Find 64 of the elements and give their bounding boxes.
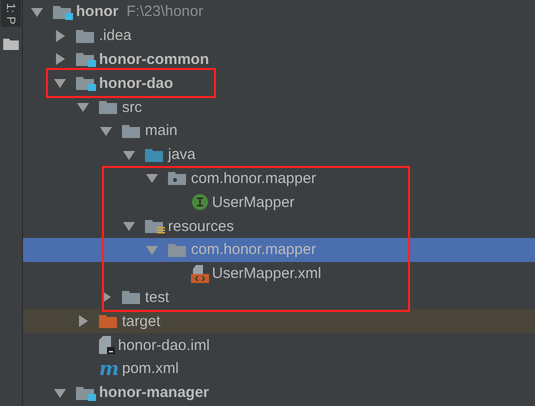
interface-icon bbox=[191, 193, 209, 212]
tree-item-label: UserMapper bbox=[212, 194, 295, 211]
tree-item-label: com.honor.mapper bbox=[191, 241, 316, 258]
file-icon bbox=[99, 336, 115, 354]
package-icon bbox=[168, 170, 188, 186]
folder-icon bbox=[99, 313, 119, 330]
expand-arrow-icon[interactable] bbox=[146, 172, 158, 184]
tree-row[interactable]: honor-manager bbox=[23, 380, 535, 405]
collapse-arrow-icon[interactable] bbox=[54, 30, 66, 42]
tree-item-label: honor-common bbox=[99, 50, 209, 68]
tree-row[interactable]: target bbox=[23, 309, 535, 334]
tree-item-label: .idea bbox=[99, 27, 132, 44]
resource-folder-icon bbox=[145, 218, 165, 234]
tree-row[interactable]: honor-dao.iml bbox=[23, 333, 535, 357]
tree-row[interactable]: honor F:\23\honor bbox=[23, 0, 535, 24]
tree-item-label: main bbox=[145, 122, 178, 140]
tree-row[interactable]: m pom.xml bbox=[23, 356, 535, 381]
tree-row[interactable]: .idea bbox=[23, 24, 535, 48]
tree-row[interactable]: UserMapper.xml bbox=[23, 262, 535, 286]
tree-row[interactable]: honor-common bbox=[23, 48, 535, 72]
tree-item-label: test bbox=[145, 288, 170, 306]
tree-item-label: honor-manager bbox=[99, 384, 210, 402]
tree-item-label: honor bbox=[76, 3, 118, 20]
expand-arrow-icon[interactable] bbox=[54, 77, 66, 90]
tree-item-label: pom.xml bbox=[122, 360, 179, 378]
module-folder-icon bbox=[76, 75, 96, 92]
module-folder-icon bbox=[76, 51, 96, 68]
tree-item-label: target bbox=[122, 312, 160, 330]
folder-icon bbox=[122, 122, 142, 139]
module-folder-icon bbox=[76, 384, 96, 401]
tree-item-label: honor-dao bbox=[99, 74, 174, 92]
tree-item-label: resources bbox=[168, 218, 234, 235]
tree-row[interactable]: resources bbox=[23, 214, 535, 238]
expand-arrow-icon[interactable] bbox=[31, 6, 43, 18]
expand-arrow-icon[interactable] bbox=[77, 101, 89, 114]
module-path: F:\23\honor bbox=[126, 3, 204, 20]
expand-arrow-icon[interactable] bbox=[123, 148, 135, 161]
xml-file-icon bbox=[191, 264, 209, 283]
folder-icon bbox=[99, 99, 119, 116]
tree-row[interactable]: src bbox=[23, 95, 535, 119]
expand-arrow-icon[interactable] bbox=[54, 386, 66, 399]
tree-item-label: com.honor.mapper bbox=[191, 170, 316, 187]
project-tool-tab[interactable]: 1: P bbox=[1, 0, 21, 28]
collapse-arrow-icon[interactable] bbox=[77, 315, 89, 328]
tree-row[interactable]: test bbox=[23, 286, 535, 310]
tree-item-label: java bbox=[168, 146, 196, 164]
expand-arrow-icon[interactable] bbox=[100, 124, 112, 137]
folder-icon bbox=[168, 242, 188, 258]
tree-row[interactable]: main bbox=[23, 118, 535, 143]
folder-icon bbox=[145, 146, 165, 163]
tree-row[interactable]: UserMapper bbox=[23, 190, 535, 214]
folder-icon bbox=[122, 289, 142, 306]
tree-row[interactable]: java bbox=[23, 142, 535, 167]
tree-row[interactable]: honor-dao bbox=[23, 71, 535, 96]
tree-item-label: UserMapper.xml bbox=[212, 265, 322, 282]
folder-icon bbox=[76, 28, 96, 44]
tree-item-label: src bbox=[122, 98, 142, 116]
folder-icon[interactable] bbox=[3, 37, 19, 50]
tree-item-label: honor-dao.iml bbox=[118, 336, 210, 354]
collapse-arrow-icon[interactable] bbox=[54, 53, 66, 66]
maven-icon: m bbox=[99, 358, 119, 380]
tree-row[interactable]: com.honor.mapper bbox=[23, 166, 535, 190]
module-folder-icon bbox=[53, 4, 73, 20]
expand-arrow-icon[interactable] bbox=[123, 220, 135, 232]
